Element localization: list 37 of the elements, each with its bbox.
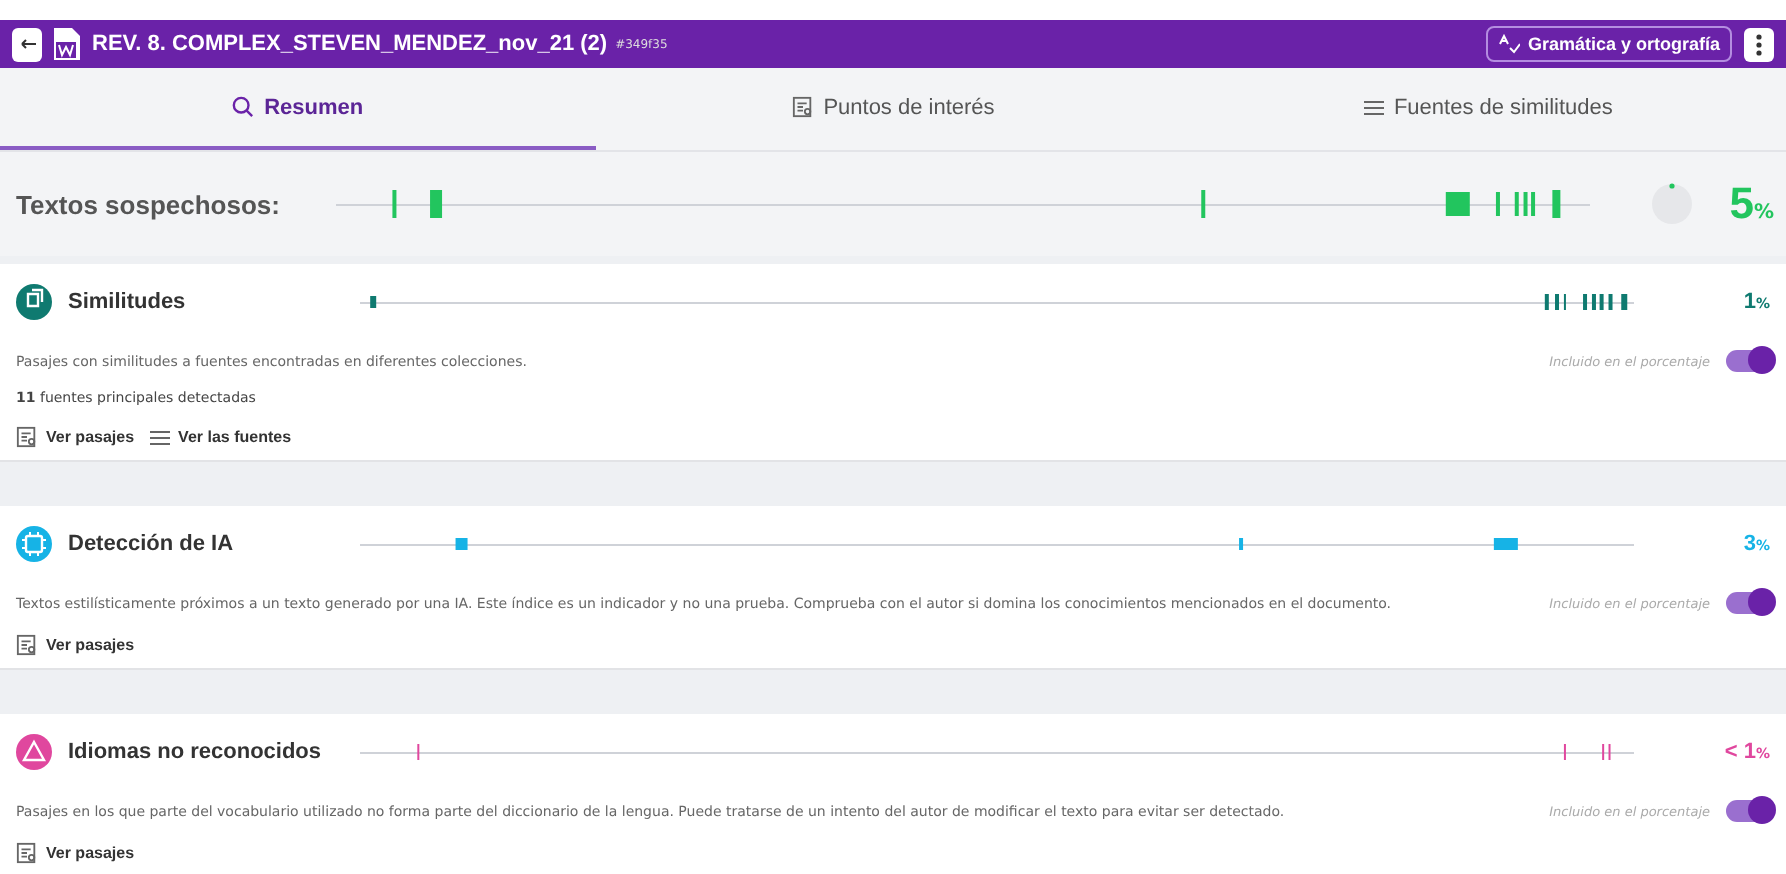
back-arrow-icon: [19, 38, 35, 50]
search-icon: [232, 96, 255, 118]
section-title: Idiomas no reconocidos: [68, 740, 324, 764]
suspicious-percentage: 5: [1729, 178, 1754, 230]
grammar-button[interactable]: Gramática y ortografía: [1485, 26, 1732, 62]
chip-icon: [16, 526, 52, 562]
section-percentage: 1: [1743, 290, 1756, 314]
section-percentage: 3: [1743, 532, 1756, 556]
suspicious-texts-label: Textos sospechosos:: [16, 189, 282, 219]
list-icon: [1363, 99, 1384, 115]
document-list-icon: [16, 842, 38, 864]
progress-ring-icon: [1650, 182, 1694, 226]
include-toggle[interactable]: [1726, 350, 1770, 372]
section-link[interactable]: Ver pasajes: [16, 842, 135, 864]
section-percentage: < 1: [1724, 740, 1756, 764]
word-document-icon: [54, 28, 80, 60]
back-button[interactable]: [12, 27, 42, 61]
section-title: Similitudes: [68, 290, 188, 314]
document-title: REV. 8. COMPLEX_STEVEN_MENDEZ_nov_21 (2): [92, 32, 608, 56]
warning-icon: [16, 734, 52, 770]
document-list-icon: [16, 426, 38, 448]
section-title: Detección de IA: [68, 532, 236, 556]
kebab-menu-icon: [1756, 33, 1762, 55]
section-link[interactable]: Ver las fuentes: [150, 426, 292, 448]
include-toggle[interactable]: [1726, 592, 1770, 614]
document-list-icon: [791, 96, 814, 118]
spellcheck-icon: [1497, 34, 1520, 54]
menu-button[interactable]: [1744, 27, 1774, 61]
include-toggle[interactable]: [1726, 800, 1770, 822]
tab[interactable]: Fuentes de similitudes: [1190, 68, 1786, 150]
percent-sign: %: [1753, 202, 1774, 224]
document-list-icon: [16, 634, 38, 656]
section-link[interactable]: Ver pasajes: [16, 426, 135, 448]
section-link[interactable]: Ver pasajes: [16, 634, 135, 656]
tab[interactable]: Puntos de interés: [595, 68, 1191, 150]
copy-icon: [16, 284, 52, 320]
list-icon: [150, 429, 171, 445]
